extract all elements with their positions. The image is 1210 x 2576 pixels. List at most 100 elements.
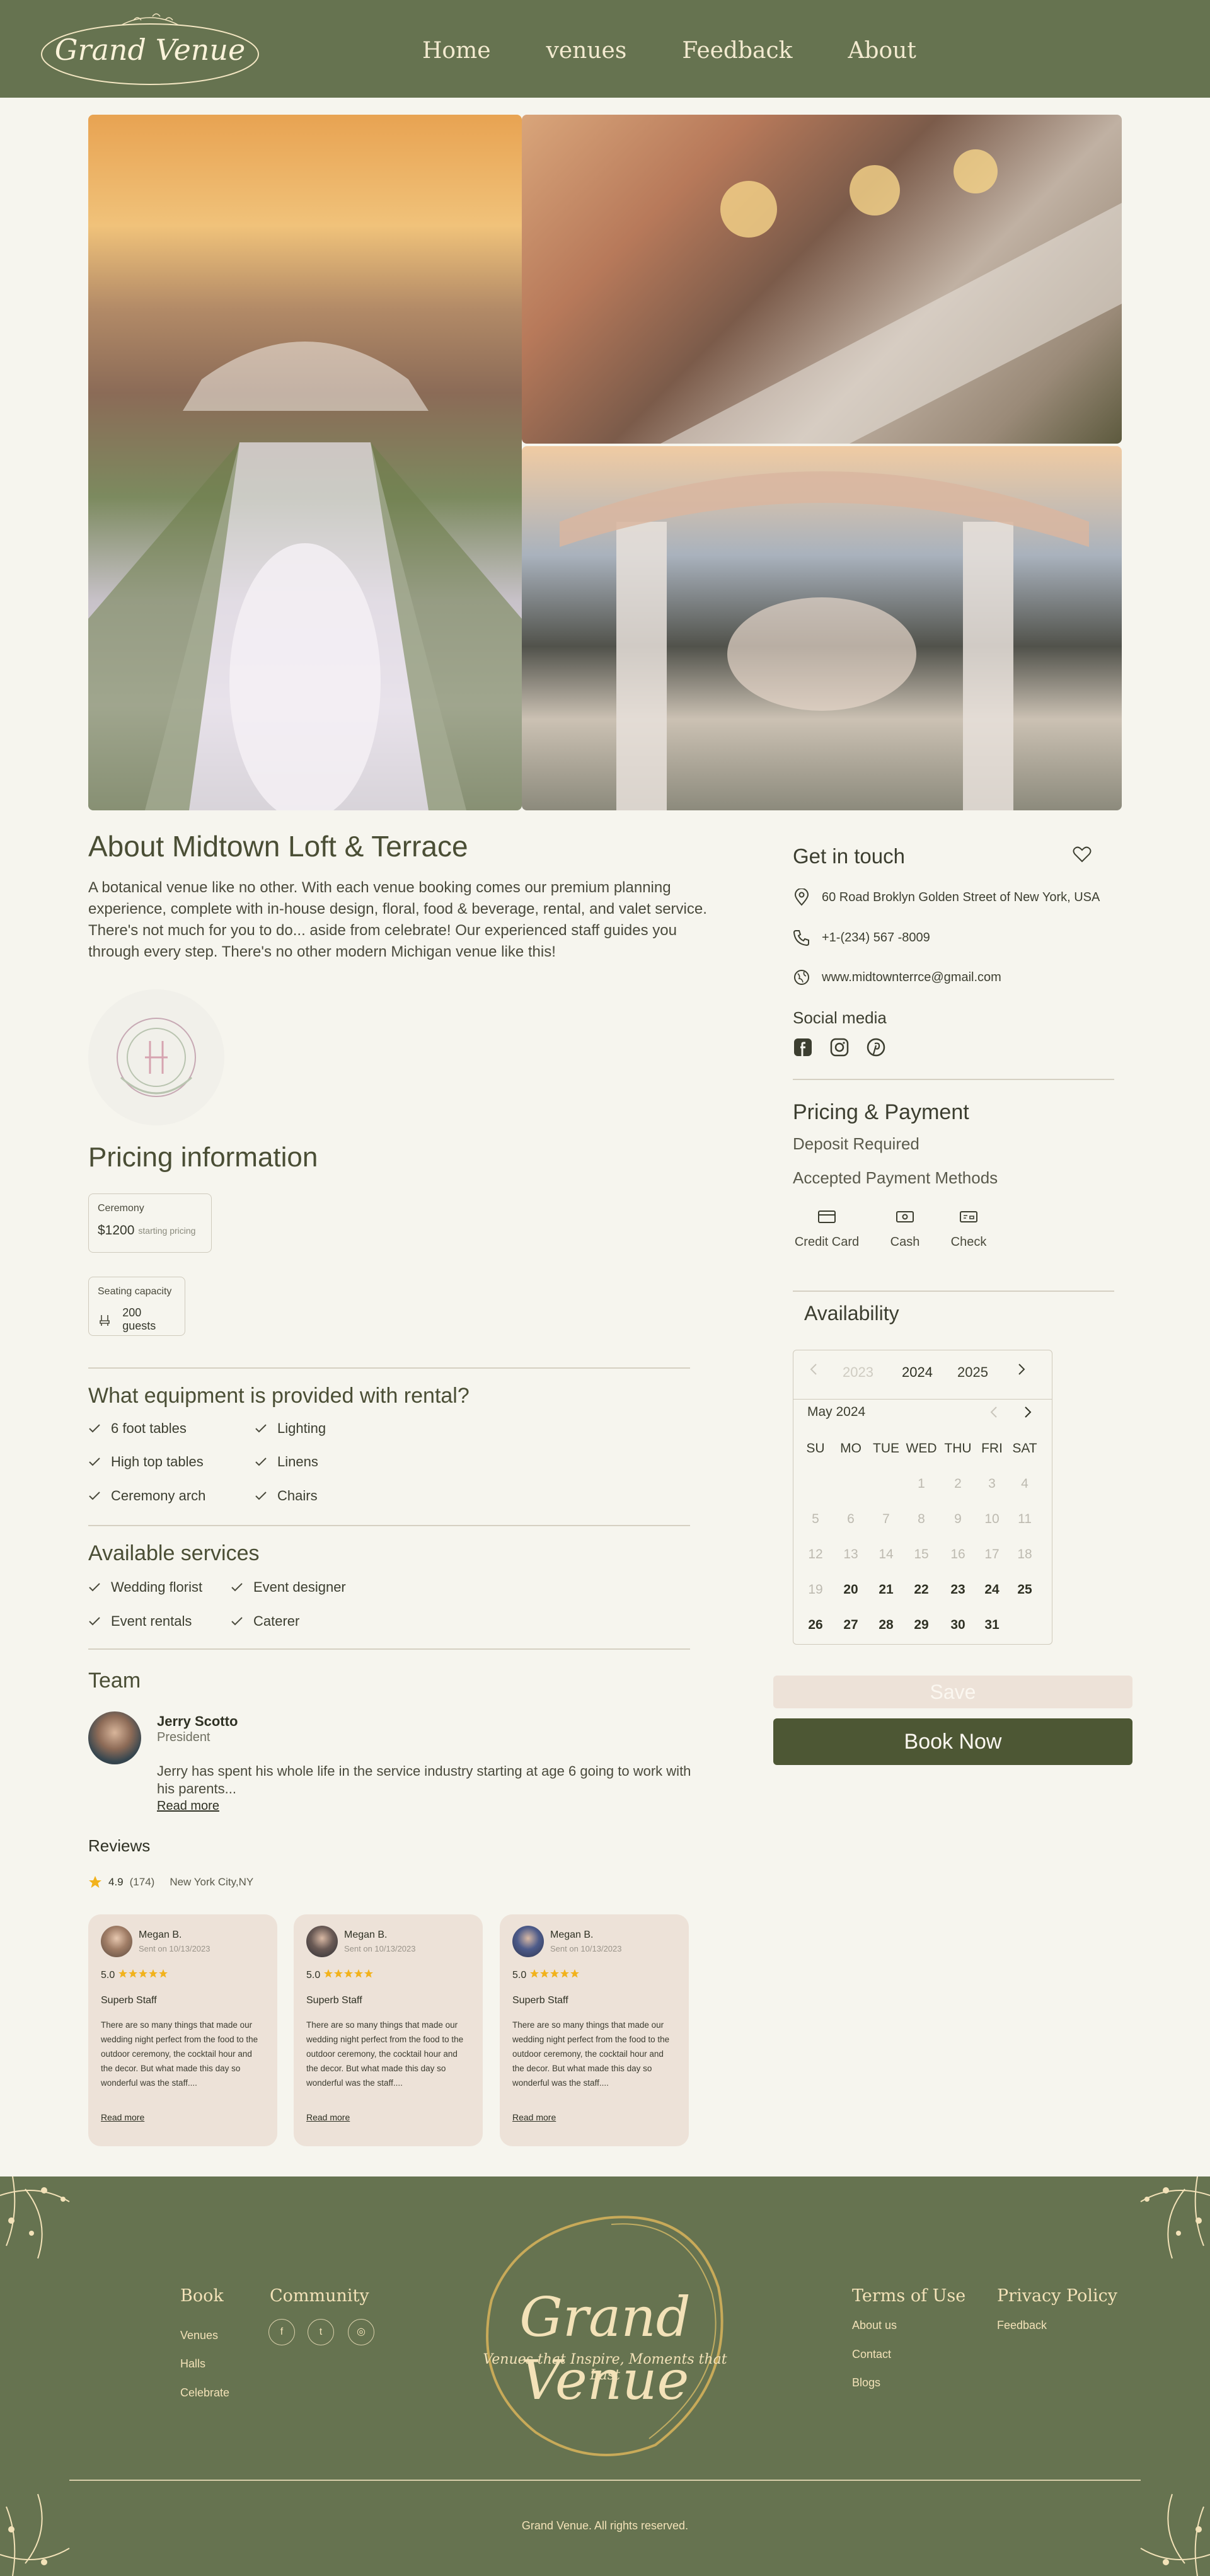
save-button[interactable]: Save bbox=[773, 1676, 1132, 1708]
instagram-icon[interactable] bbox=[829, 1037, 850, 1057]
book-now-button[interactable]: Book Now bbox=[773, 1718, 1132, 1765]
calendar-day-available[interactable]: 23 bbox=[942, 1582, 974, 1597]
phone-icon bbox=[793, 930, 809, 946]
address-text: 60 Road Broklyn Golden Street of New Yor… bbox=[822, 890, 1100, 904]
calendar-day-available[interactable]: 20 bbox=[835, 1582, 867, 1597]
footer-book-title: Book bbox=[180, 2286, 224, 2306]
pinterest-icon[interactable] bbox=[866, 1037, 886, 1057]
social-media-title: Social media bbox=[793, 1008, 887, 1027]
read-more-link[interactable]: Read more bbox=[306, 2112, 350, 2122]
calendar-month: May 2024 bbox=[807, 1405, 866, 1419]
gallery-image-aisle[interactable] bbox=[88, 115, 522, 810]
footer-link-feedback[interactable]: Feedback bbox=[997, 2319, 1047, 2332]
footer-tagline: Venues that Inspire, Moments that Last bbox=[483, 2352, 727, 2383]
calendar-day-available[interactable]: 29 bbox=[906, 1618, 937, 1633]
footer-copyright: Grand Venue. All rights reserved. bbox=[521, 2519, 689, 2532]
contact-address: 60 Road Broklyn Golden Street of New Yor… bbox=[793, 888, 1100, 906]
review-score: 5.0 bbox=[101, 1969, 168, 1982]
check-payment-icon bbox=[960, 1211, 977, 1222]
footer-link-venues[interactable]: Venues bbox=[180, 2329, 218, 2342]
rating-location: New York City,NY bbox=[170, 1876, 254, 1888]
calendar-day-available[interactable]: 30 bbox=[942, 1618, 974, 1633]
gallery-image-dining[interactable] bbox=[522, 115, 1122, 444]
star-icon bbox=[139, 1969, 148, 1978]
facebook-icon[interactable] bbox=[793, 1037, 813, 1057]
calendar-day-available[interactable]: 26 bbox=[800, 1618, 831, 1633]
footer-link-about-us[interactable]: About us bbox=[852, 2319, 897, 2332]
footer-link-halls[interactable]: Halls bbox=[180, 2357, 205, 2371]
year-option[interactable]: 2025 bbox=[957, 1364, 988, 1381]
chevron-right-icon[interactable] bbox=[1022, 1405, 1034, 1420]
read-more-link[interactable]: Read more bbox=[157, 1799, 219, 1814]
star-rating-icon bbox=[323, 1969, 374, 1982]
calendar-day-unavailable: 3 bbox=[988, 1476, 996, 1491]
chevron-left-icon[interactable] bbox=[988, 1405, 1000, 1420]
footer-instagram-icon[interactable]: ◎ bbox=[348, 2319, 374, 2345]
accepted-methods-text: Accepted Payment Methods bbox=[793, 1168, 998, 1187]
star-icon bbox=[540, 1969, 550, 1978]
ceremony-sub: starting pricing bbox=[138, 1226, 196, 1236]
star-icon bbox=[149, 1969, 158, 1978]
payment-title: Pricing & Payment bbox=[793, 1100, 969, 1124]
contact-website[interactable]: www.midtownterrce@gmail.com bbox=[793, 969, 1001, 986]
year-option-selected[interactable]: 2024 bbox=[902, 1364, 933, 1381]
services-title: Available services bbox=[88, 1541, 260, 1565]
capacity-card: Seating capacity 200 guests bbox=[88, 1277, 185, 1336]
nav-about[interactable]: About bbox=[848, 38, 916, 64]
calendar-day-available[interactable]: 31 bbox=[976, 1618, 1008, 1633]
weekday-label: THU bbox=[944, 1441, 972, 1456]
heart-icon[interactable] bbox=[1073, 846, 1092, 866]
calendar-day-unavailable: 13 bbox=[843, 1547, 858, 1561]
ceremony-price-card: Ceremony $1200 starting pricing bbox=[88, 1193, 212, 1253]
reviews-title: Reviews bbox=[88, 1836, 151, 1855]
check-icon bbox=[231, 1583, 243, 1592]
footer-twitter-icon[interactable]: t bbox=[308, 2319, 334, 2345]
calendar-day-available[interactable]: 27 bbox=[835, 1618, 867, 1633]
footer-link-celebrate[interactable]: Celebrate bbox=[180, 2386, 229, 2400]
rating-count: (174) bbox=[129, 1876, 155, 1888]
calendar-day-available[interactable]: 28 bbox=[870, 1618, 902, 1633]
calendar-day-available[interactable]: 21 bbox=[870, 1582, 902, 1597]
footer-link-contact[interactable]: Contact bbox=[852, 2348, 891, 2361]
ceremony-price: $1200 bbox=[98, 1223, 135, 1238]
calendar-day-unavailable: 1 bbox=[918, 1476, 925, 1491]
check-icon bbox=[89, 1424, 100, 1433]
nav-venues[interactable]: venues bbox=[546, 38, 627, 64]
year-selector: 2023 2024 2025 bbox=[793, 1350, 1052, 1400]
rating-value: 4.9 bbox=[108, 1876, 124, 1888]
star-icon bbox=[354, 1969, 364, 1978]
review-body: There are so many things that made our w… bbox=[512, 2020, 670, 2088]
calendar-day-unavailable: 17 bbox=[984, 1547, 1000, 1561]
nav-home[interactable]: Home bbox=[422, 38, 491, 64]
footer-link-blogs[interactable]: Blogs bbox=[852, 2376, 880, 2389]
chevron-right-icon[interactable] bbox=[1015, 1362, 1028, 1377]
check-icon bbox=[255, 1424, 267, 1433]
calendar-day-available[interactable]: 22 bbox=[906, 1582, 937, 1597]
read-more-link[interactable]: Read more bbox=[101, 2112, 144, 2122]
divider bbox=[793, 1079, 1114, 1080]
contact-phone[interactable]: +1-(234) 567 -8009 bbox=[793, 929, 930, 946]
site-header: Grand Venue Home venues Feedback About bbox=[0, 0, 1210, 98]
calendar-day-available[interactable]: 24 bbox=[976, 1582, 1008, 1597]
availability-calendar: 2023 2024 2025 May 2024 SU MO TUE WED THU FRI… bbox=[793, 1350, 1052, 1645]
gallery-image-floral-arch[interactable] bbox=[522, 446, 1122, 810]
check-icon bbox=[89, 1583, 100, 1592]
calendar-day-available[interactable]: 25 bbox=[1009, 1582, 1040, 1597]
location-pin-icon bbox=[794, 888, 809, 906]
weekday-label: WED bbox=[906, 1441, 937, 1456]
site-logo[interactable]: Grand Venue bbox=[39, 11, 261, 88]
review-title: Superb Staff bbox=[101, 1995, 157, 2006]
calendar-day-unavailable: 19 bbox=[808, 1582, 823, 1597]
star-icon bbox=[324, 1969, 333, 1978]
equipment-item: High top tables bbox=[88, 1454, 204, 1470]
nav-feedback[interactable]: Feedback bbox=[682, 38, 792, 64]
footer-facebook-icon[interactable]: f bbox=[268, 2319, 295, 2345]
crest-icon bbox=[117, 1018, 196, 1097]
year-option[interactable]: 2023 bbox=[843, 1364, 873, 1381]
check-icon bbox=[255, 1492, 267, 1500]
availability-title: Availability bbox=[804, 1302, 899, 1325]
deposit-text: Deposit Required bbox=[793, 1134, 919, 1153]
read-more-link[interactable]: Read more bbox=[512, 2112, 556, 2122]
chevron-left-icon[interactable] bbox=[807, 1362, 820, 1377]
avatar bbox=[306, 1926, 338, 1957]
